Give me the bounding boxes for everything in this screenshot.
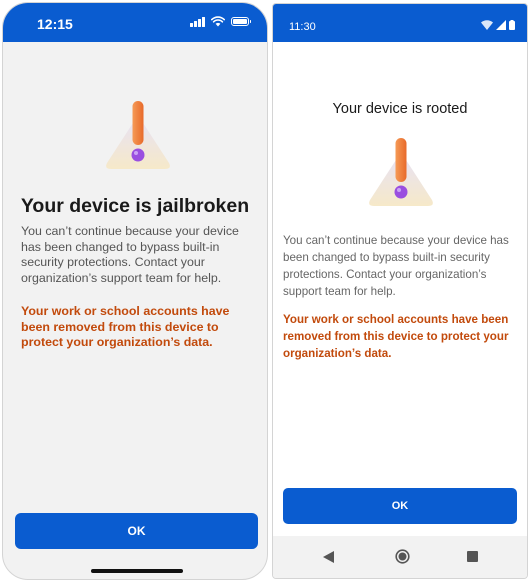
warning-text: Your work or school accounts have been r… — [21, 304, 230, 350]
home-icon[interactable] — [395, 549, 410, 564]
page-title: Your device is jailbroken — [20, 195, 250, 217]
warning-text: Your work or school accounts have been r… — [283, 313, 509, 360]
android-nav-bar — [273, 536, 527, 578]
ios-phone-screen: 12:15 Your device is jailbroken You can’… — [2, 2, 268, 580]
body-text: You can’t continue because your device h… — [21, 224, 239, 285]
wifi-icon — [211, 16, 225, 27]
warning-icon — [369, 138, 433, 206]
status-time: 11:30 — [289, 21, 316, 33]
home-indicator[interactable] — [91, 569, 183, 573]
recents-icon[interactable] — [467, 551, 478, 562]
android-phone-screen: 11:30 Your device is rooted You can’t co… — [272, 3, 528, 579]
body-text: You can’t continue because your device h… — [283, 234, 509, 298]
ok-button[interactable]: OK — [283, 488, 517, 524]
warning-icon — [106, 101, 170, 169]
page-title: Your device is rooted — [332, 101, 468, 117]
battery-icon — [509, 20, 515, 30]
status-time: 12:15 — [37, 16, 73, 32]
wifi-icon — [481, 20, 493, 30]
ios-status-bar: 12:15 — [3, 3, 267, 42]
signal-icon — [190, 16, 205, 27]
battery-icon — [231, 17, 251, 26]
back-icon[interactable] — [323, 551, 334, 563]
ok-button[interactable]: OK — [15, 513, 258, 549]
signal-icon — [496, 20, 506, 30]
android-status-bar: 11:30 — [273, 4, 527, 42]
